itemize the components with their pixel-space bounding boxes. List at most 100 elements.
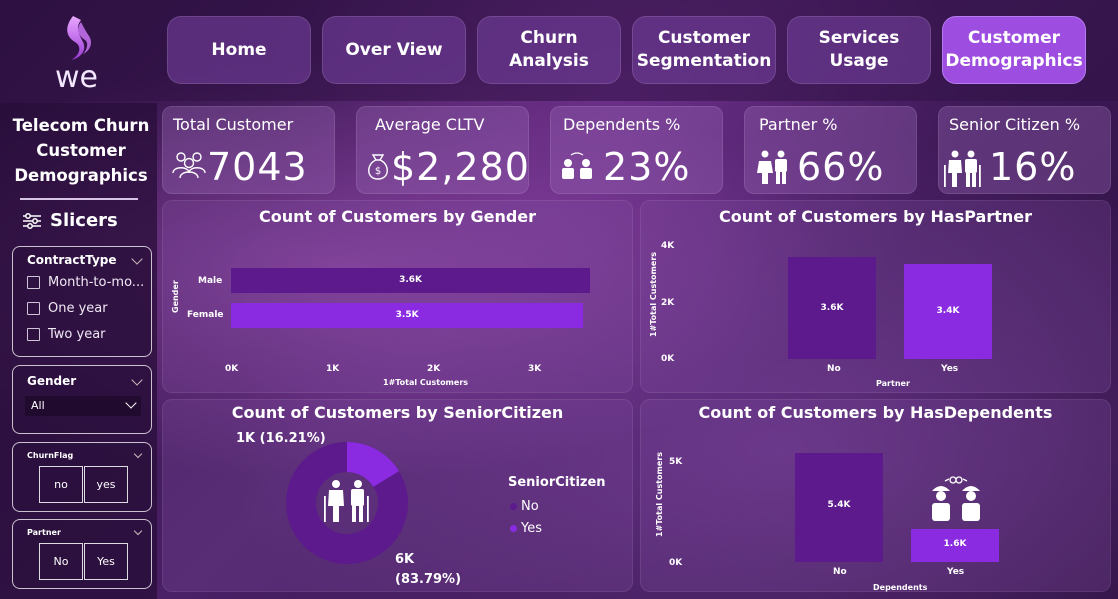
x-axis-label: Partner	[876, 379, 910, 388]
contract-option-month[interactable]: Month-to-mo...	[27, 275, 144, 290]
checkbox[interactable]	[27, 302, 40, 315]
dependents-icon	[562, 152, 592, 179]
logo-text: we	[55, 60, 98, 95]
gender-slicer: Gender All	[12, 365, 152, 434]
y-tick-label: 0K	[661, 354, 675, 364]
bar-has-partner[interactable]: 3.4K	[904, 263, 992, 359]
senior-couple-icon	[944, 150, 981, 187]
legend-label: Yes	[521, 521, 542, 536]
kpi-label: Average CLTV	[375, 115, 485, 134]
data-label: 3.6K	[820, 303, 844, 314]
category-label: Female	[187, 310, 224, 320]
data-label: 1.6K	[943, 539, 967, 550]
data-label: 3.5K	[395, 310, 419, 320]
kpi-label: Total Customer	[173, 115, 294, 134]
senior-couple-icon	[324, 480, 369, 522]
legend-item-yes[interactable]: Yes	[510, 521, 542, 536]
x-tick-label: Yes	[941, 364, 959, 374]
chevron-down-icon[interactable]	[133, 526, 143, 536]
gender-title: Gender	[27, 374, 77, 388]
kpi-value: 16%	[989, 145, 1077, 189]
kpi-label: Partner %	[759, 115, 838, 134]
data-label: 5.4K	[827, 499, 851, 510]
checkbox[interactable]	[27, 276, 40, 289]
bar-no-dependents[interactable]: 5.4K	[795, 452, 883, 562]
legend-item-no[interactable]: No	[510, 499, 539, 514]
senior-chart-panel: Count of Customers by SeniorCitizen 1K (…	[162, 399, 633, 592]
y-tick-label: 5K	[669, 457, 683, 467]
chevron-down-icon[interactable]	[131, 253, 143, 265]
sliders-icon	[23, 212, 41, 229]
bar-female[interactable]: 3.5K	[231, 303, 584, 328]
churn-no-button[interactable]: no	[39, 466, 83, 503]
kpi-dependents: Dependents % 23%	[550, 106, 723, 194]
y-axis-label: 1#Total Customers	[655, 451, 664, 537]
bar-male[interactable]: 3.6K	[231, 268, 591, 293]
bar-has-dependents[interactable]: 1.6K	[911, 529, 999, 562]
nav-services-usage[interactable]: Services Usage	[787, 16, 931, 84]
nav-churn-analysis[interactable]: Churn Analysis	[477, 16, 621, 84]
kpi-value: 66%	[797, 145, 885, 189]
gender-dropdown[interactable]: All	[25, 396, 141, 416]
nav-customer-segmentation[interactable]: Customer Segmentation	[632, 16, 776, 84]
y-tick-label: 4K	[661, 241, 675, 251]
x-tick-label: No	[833, 567, 847, 577]
legend-label: No	[521, 499, 539, 514]
people-group-icon	[172, 152, 206, 179]
y-axis-label: Gender	[171, 280, 180, 313]
x-tick-label: 0K	[225, 364, 239, 374]
couple-icon	[757, 150, 787, 184]
data-label-yes: 1K (16.21%)	[236, 431, 326, 446]
nav-customer-demographics[interactable]: Customer Demographics	[942, 16, 1086, 84]
chevron-down-icon[interactable]	[133, 449, 143, 459]
churn-flag-slicer: ChurnFlag no yes	[12, 442, 152, 512]
legend-swatch	[510, 525, 517, 532]
nav-over-view[interactable]: Over View	[322, 16, 466, 84]
chart-title: Count of Customers by HasDependents	[698, 403, 1053, 422]
svg-text:$: $	[375, 166, 381, 177]
contract-type-slicer: ContractType Month-to-mo... One year Two…	[12, 246, 152, 357]
dependents-chart-panel: Count of Customers by HasDependents 1#To…	[640, 399, 1111, 592]
kpi-total-customer: Total Customer 7043	[162, 106, 335, 194]
nav-home[interactable]: Home	[167, 16, 311, 84]
checkbox[interactable]	[27, 328, 40, 341]
slicers-heading: Slicers	[22, 210, 118, 231]
data-label-no: 6K (83.79%)	[395, 552, 462, 587]
kpi-value: 23%	[603, 145, 691, 189]
legend-swatch	[510, 503, 517, 510]
kpi-senior-citizen: Senior Citizen % 16%	[938, 106, 1111, 194]
churn-yes-button[interactable]: yes	[84, 466, 128, 503]
partner-yes-button[interactable]: Yes	[84, 543, 128, 580]
kpi-partner: Partner % 66%	[744, 106, 917, 194]
chevron-down-icon	[125, 397, 137, 409]
kpi-average-cltv: Average CLTV $ $2,280	[356, 106, 529, 194]
y-tick-label: 2K	[661, 298, 675, 308]
sidebar: Telecom Churn Customer Demographics Slic…	[0, 103, 157, 599]
contract-option-one-year[interactable]: One year	[27, 301, 108, 316]
x-axis-label: Dependents	[873, 583, 928, 592]
churn-flag-title: ChurnFlag	[27, 451, 74, 460]
x-axis-label: 1#Total Customers	[383, 378, 469, 387]
slicers-label: Slicers	[50, 210, 118, 231]
kpi-label: Dependents %	[563, 115, 681, 134]
y-tick-label: 0K	[669, 558, 683, 568]
senior-donut-chart	[286, 442, 408, 564]
contract-option-two-year[interactable]: Two year	[27, 327, 106, 342]
partner-slicer: Partner No Yes	[12, 519, 152, 589]
legend-title: SeniorCitizen	[508, 475, 606, 490]
x-tick-label: 1K	[326, 364, 340, 374]
category-label: Male	[198, 276, 223, 286]
partner-no-button[interactable]: No	[39, 543, 83, 580]
chevron-down-icon[interactable]	[131, 374, 143, 386]
divider	[20, 198, 138, 200]
partner-title: Partner	[27, 528, 61, 537]
x-tick-label: Yes	[947, 567, 965, 577]
bar-no-partner[interactable]: 3.6K	[788, 257, 876, 359]
data-label: 3.4K	[936, 305, 960, 316]
x-tick-label: No	[827, 364, 841, 374]
partner-chart-panel: Count of Customers by HasPartner 1#Total…	[640, 200, 1111, 393]
x-tick-label: 3K	[528, 364, 542, 374]
contract-type-title: ContractType	[27, 253, 117, 267]
chart-title: Count of Customers by SeniorCitizen	[231, 403, 564, 422]
kpi-value: 7043	[207, 145, 308, 189]
